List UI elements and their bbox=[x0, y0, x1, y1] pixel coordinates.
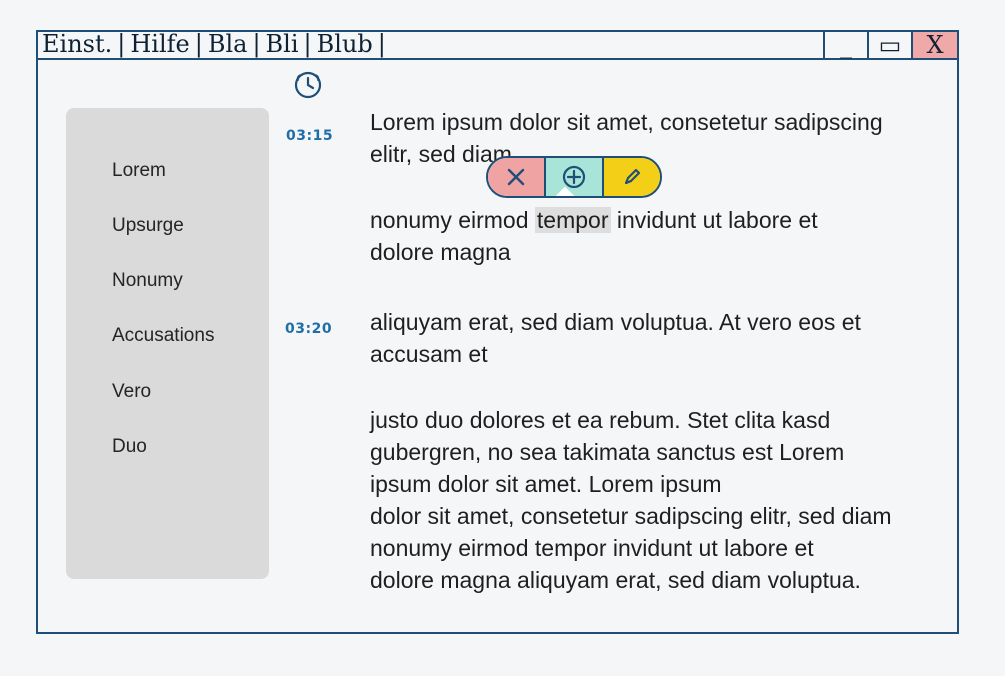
clock-icon bbox=[293, 70, 323, 100]
paragraph-1-line-2: elitr, sed diam bbox=[370, 141, 512, 167]
paragraph-4-line-4: dolor sit amet, consetetur sadipscing el… bbox=[370, 503, 892, 529]
paragraph-4-line-3: ipsum dolor sit amet. Lorem ipsum bbox=[370, 471, 722, 497]
highlighted-word[interactable]: tempor bbox=[534, 207, 611, 233]
add-annotation-button[interactable] bbox=[544, 158, 602, 196]
menu-separator: | bbox=[117, 30, 126, 58]
paragraph-4-line-5: nonumy eirmod tempor invidunt ut labore … bbox=[370, 535, 814, 561]
paragraph-3: aliquyam erat, sed diam voluptua. At ver… bbox=[370, 306, 950, 370]
close-icon bbox=[504, 165, 528, 189]
paragraph-4-line-6: dolore magna aliquyam erat, sed diam vol… bbox=[370, 567, 861, 593]
paragraph-4-line-2: gubergren, no sea takimata sanctus est L… bbox=[370, 439, 845, 465]
paragraph-4: justo duo dolores et ea rebum. Stet clit… bbox=[370, 404, 950, 596]
menu-left: Einst. | Hilfe | Bla | Bli | Blub | bbox=[38, 30, 387, 58]
paragraph-2-before-highlight: nonumy eirmod bbox=[370, 207, 535, 233]
delete-annotation-button[interactable] bbox=[488, 158, 544, 196]
menu-separator: | bbox=[252, 30, 261, 58]
paragraph-2-line-1: nonumy eirmod tempor invidunt ut labore … bbox=[370, 204, 950, 236]
paragraph-2-line-2: dolore magna bbox=[370, 239, 511, 265]
pencil-icon bbox=[620, 165, 644, 189]
text-actions-popover bbox=[486, 156, 662, 198]
sidebar: Lorem Upsurge Nonumy Accusations Vero Du… bbox=[66, 108, 269, 579]
sidebar-item-vero[interactable]: Vero bbox=[112, 381, 151, 403]
paragraph-2-after-highlight: invidunt ut labore et bbox=[610, 207, 818, 233]
add-circle-icon bbox=[561, 164, 587, 190]
close-button[interactable]: X bbox=[913, 32, 957, 58]
menu-separator: | bbox=[303, 30, 312, 58]
edit-annotation-button[interactable] bbox=[602, 158, 660, 196]
menu-item-bli[interactable]: Bli bbox=[262, 30, 303, 58]
menu-item-hilfe[interactable]: Hilfe bbox=[126, 30, 193, 58]
menu-bar: Einst. | Hilfe | Bla | Bli | Blub | _ ▭ … bbox=[38, 30, 957, 60]
paragraph-1: Lorem ipsum dolor sit amet, consetetur s… bbox=[370, 106, 950, 170]
sidebar-item-lorem[interactable]: Lorem bbox=[112, 160, 166, 182]
minimize-button[interactable]: _ bbox=[825, 32, 869, 58]
time-label-0315: 03:15 bbox=[286, 128, 334, 144]
sidebar-item-duo[interactable]: Duo bbox=[112, 436, 147, 458]
app-window: Einst. | Hilfe | Bla | Bli | Blub | _ ▭ … bbox=[36, 30, 959, 634]
paragraph-3-line-1: aliquyam erat, sed diam voluptua. At ver… bbox=[370, 309, 861, 335]
paragraph-3-line-2: accusam et bbox=[370, 341, 488, 367]
menu-item-bla[interactable]: Bla bbox=[204, 30, 252, 58]
menu-separator: | bbox=[194, 30, 203, 58]
menu-item-blub[interactable]: Blub bbox=[313, 30, 377, 58]
maximize-button[interactable]: ▭ bbox=[869, 32, 913, 58]
window-controls: _ ▭ X bbox=[823, 32, 957, 58]
paragraph-1-line-1: Lorem ipsum dolor sit amet, consetetur s… bbox=[370, 109, 883, 135]
sidebar-item-upsurge[interactable]: Upsurge bbox=[112, 215, 184, 237]
time-label-0320: 03:20 bbox=[285, 321, 333, 337]
menu-separator: | bbox=[377, 30, 386, 58]
sidebar-item-nonumy[interactable]: Nonumy bbox=[112, 270, 183, 292]
sidebar-item-accusations[interactable]: Accusations bbox=[112, 325, 214, 347]
paragraph-2: nonumy eirmod tempor invidunt ut labore … bbox=[370, 204, 950, 268]
paragraph-4-line-1: justo duo dolores et ea rebum. Stet clit… bbox=[370, 407, 831, 433]
menu-item-einst[interactable]: Einst. bbox=[38, 30, 116, 58]
